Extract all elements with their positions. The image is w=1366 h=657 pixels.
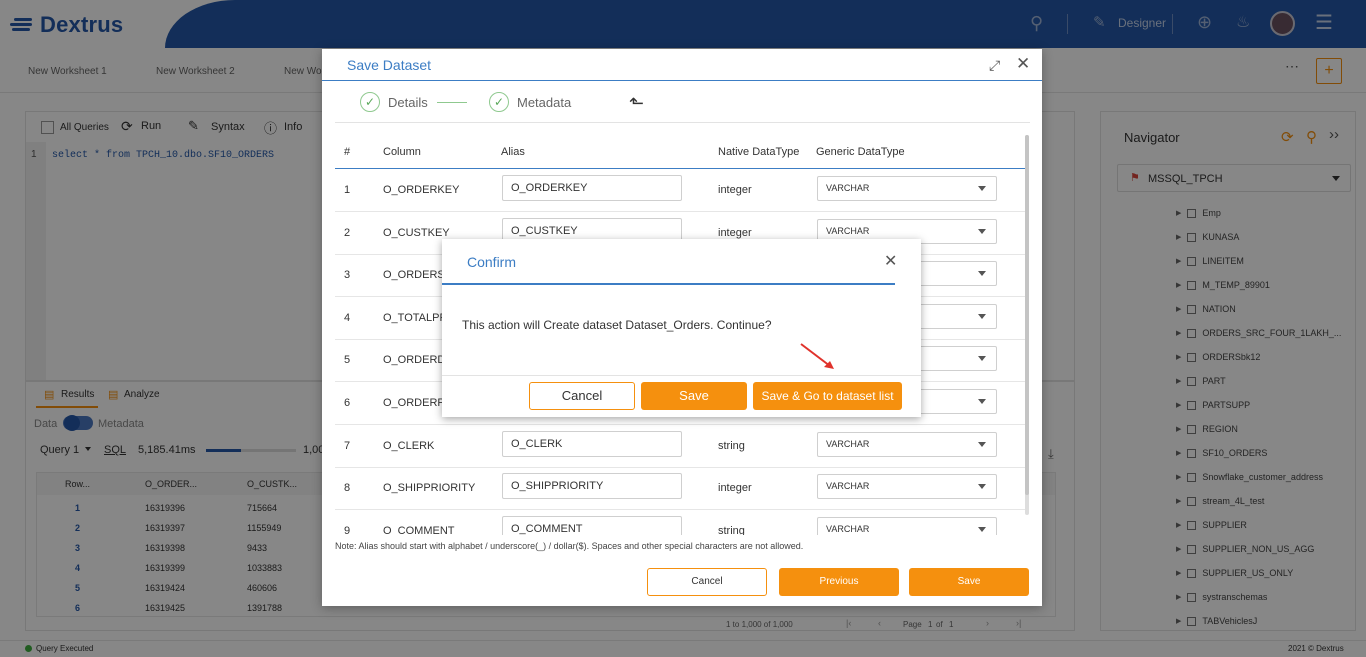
generic-datatype-value: VARCHAR <box>826 481 870 492</box>
generic-datatype-select[interactable]: VARCHAR <box>817 176 997 201</box>
column-header-alias: Alias <box>501 146 525 158</box>
chevron-down-icon[interactable] <box>978 186 986 191</box>
alias-input[interactable]: O_COMMENT <box>502 515 682 535</box>
column-header-column: Column <box>383 146 421 158</box>
maximize-icon[interactable]: ⤢ <box>989 57 1000 74</box>
column-header-native: Native DataType <box>718 146 800 158</box>
cancel-button[interactable]: Cancel <box>647 568 767 596</box>
column-name: O_TOTALPR <box>383 311 448 324</box>
step-metadata-label: Metadata <box>517 94 572 110</box>
native-datatype: string <box>718 439 745 452</box>
generic-datatype-value: VARCHAR <box>826 523 870 534</box>
confirm-dialog: Confirm ✕ This action will Create datase… <box>442 239 921 417</box>
save-go-to-dataset-list-button[interactable]: Save & Go to dataset list <box>753 382 902 410</box>
confirm-cancel-button[interactable]: Cancel <box>529 382 635 410</box>
close-icon[interactable]: ✕ <box>884 251 897 271</box>
confirm-save-button[interactable]: Save <box>641 382 747 410</box>
column-header-number: # <box>344 146 351 158</box>
chevron-down-icon[interactable] <box>978 228 986 234</box>
close-icon[interactable]: ✕ <box>1016 54 1030 74</box>
alias-input[interactable]: O_SHIPPRIORITY <box>502 473 682 500</box>
metadata-row: 8 O_SHIPPRIORITY O_SHIPPRIORITY integer VARC… <box>322 467 1042 511</box>
chevron-down-icon[interactable] <box>978 526 986 532</box>
row-index: 5 <box>344 354 351 367</box>
alias-note: Note: Alias should start with alphabet /… <box>335 541 804 551</box>
row-index: 7 <box>344 439 351 452</box>
check-icon: ✓ <box>360 92 380 112</box>
chevron-down-icon[interactable] <box>978 399 986 404</box>
generic-datatype-select[interactable]: VARCHAR <box>817 474 997 500</box>
chevron-down-icon[interactable] <box>978 484 986 490</box>
column-name: O_ORDERD <box>383 354 446 367</box>
confirm-message: This action will Create dataset Dataset_… <box>462 318 772 332</box>
dialog-title: Save Dataset <box>347 57 432 73</box>
row-index: 4 <box>344 311 351 324</box>
chevron-down-icon[interactable] <box>978 356 986 362</box>
chevron-down-icon[interactable] <box>978 441 986 447</box>
step-details[interactable]: ✓ Details <box>360 92 428 112</box>
previous-button[interactable]: Previous <box>779 568 899 596</box>
row-index: 3 <box>344 269 351 282</box>
generic-datatype-value: VARCHAR <box>826 183 870 193</box>
native-datatype: integer <box>718 184 752 196</box>
column-name: O_COMMENT <box>383 524 455 535</box>
column-name: O_ORDERKEY <box>383 184 460 196</box>
row-index: 9 <box>344 524 351 535</box>
column-header-generic: Generic DataType <box>816 146 905 158</box>
native-datatype: integer <box>718 226 752 239</box>
red-arrow-annotation <box>800 343 834 369</box>
column-name: O_CUSTKEY <box>383 226 450 239</box>
step-metadata[interactable]: ✓ Metadata <box>489 92 571 112</box>
mouse-cursor-icon: ⬑ <box>629 93 645 113</box>
confirm-title: Confirm <box>467 254 517 270</box>
chevron-down-icon[interactable] <box>978 271 986 277</box>
row-index: 6 <box>344 397 351 409</box>
native-datatype: string <box>718 524 745 535</box>
generic-datatype-select[interactable]: VARCHAR <box>817 516 997 535</box>
column-name: O_ORDERP <box>383 397 445 409</box>
generic-datatype-value: VARCHAR <box>826 225 870 236</box>
save-button[interactable]: Save <box>909 568 1029 596</box>
metadata-row: 7 O_CLERK O_CLERK string VARCHAR <box>322 425 1042 468</box>
native-datatype: integer <box>718 482 752 495</box>
column-name: O_SHIPPRIORITY <box>383 482 476 495</box>
column-name: O_CLERK <box>383 439 435 452</box>
generic-datatype-value: VARCHAR <box>826 438 870 449</box>
generic-datatype-select[interactable]: VARCHAR <box>817 431 997 457</box>
row-index: 8 <box>344 482 351 495</box>
check-icon: ✓ <box>489 92 509 112</box>
metadata-row: 9 O_COMMENT O_COMMENT string VARCHAR <box>322 510 1042 535</box>
alias-input[interactable]: O_ORDERKEY <box>502 175 682 201</box>
row-index: 2 <box>344 226 351 239</box>
table-scrollbar[interactable] <box>1025 135 1029 515</box>
chevron-down-icon[interactable] <box>978 313 986 319</box>
alias-input[interactable]: O_CLERK <box>502 430 682 457</box>
metadata-row: 1 O_ORDERKEY O_ORDERKEY integer VARCHAR <box>322 169 1042 212</box>
row-index: 1 <box>344 184 351 196</box>
step-details-label: Details <box>388 94 428 110</box>
